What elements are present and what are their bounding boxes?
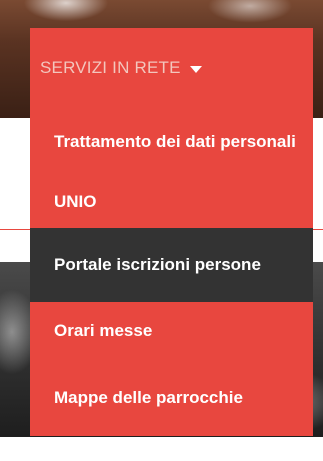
menu-item-unio[interactable]: UNIO <box>30 176 313 228</box>
background-white-footer <box>0 437 323 461</box>
background-white-gap <box>0 118 30 228</box>
menu-item-trattamento-dati[interactable]: Trattamento dei dati personali <box>30 108 313 176</box>
menu-item-orari-messe[interactable]: Orari messe <box>30 302 313 360</box>
servizi-dropdown-menu: SERVIZI IN RETE Trattamento dei dati per… <box>30 28 313 436</box>
caret-down-icon <box>189 65 202 73</box>
servizi-in-rete-dropdown-toggle[interactable]: SERVIZI IN RETE <box>30 28 313 108</box>
dropdown-toggle-label: SERVIZI IN RETE <box>40 58 181 77</box>
menu-item-portale-iscrizioni[interactable]: Portale iscrizioni persone <box>30 228 313 302</box>
menu-item-mappe-parrocchie[interactable]: Mappe delle parrocchie <box>30 360 313 436</box>
